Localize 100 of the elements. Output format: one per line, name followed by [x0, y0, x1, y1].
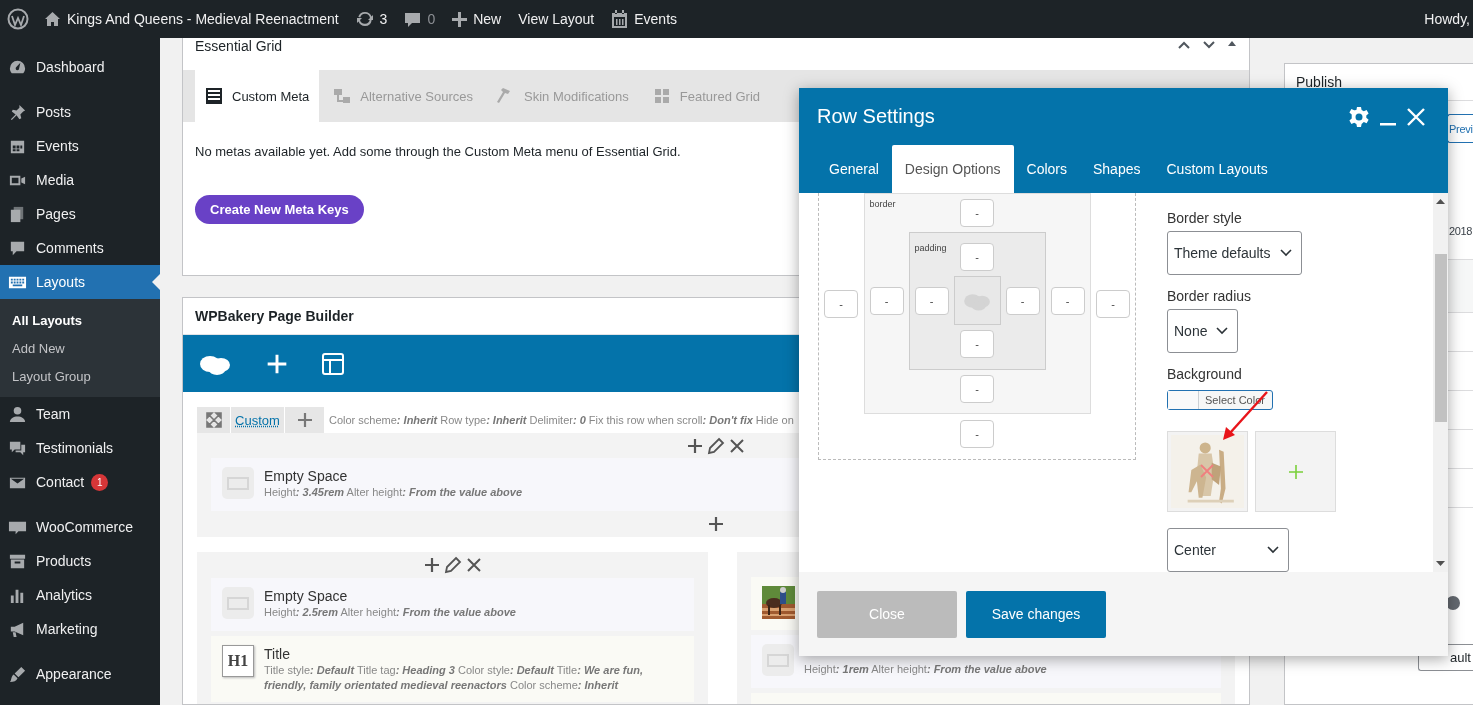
border-right-field[interactable]: - [1050, 287, 1085, 315]
settings-icon[interactable] [1348, 105, 1370, 128]
empty-space-icon [222, 467, 254, 499]
select-field[interactable]: Center [1167, 528, 1289, 572]
create-meta-keys-button[interactable]: Create New Meta Keys [195, 195, 364, 224]
tab[interactable]: Shapes [1080, 145, 1154, 193]
brush-icon [8, 664, 27, 684]
close-icon[interactable] [1406, 106, 1426, 127]
tab[interactable]: Custom Meta [195, 70, 320, 122]
date-text: 2018 [1449, 225, 1473, 237]
element-params: Height: 1rem Alter height: From the value above [804, 662, 1047, 677]
select-field[interactable]: None [1167, 309, 1239, 353]
menu-item[interactable]: Media [0, 163, 160, 197]
layout-link[interactable]: Custom [231, 407, 284, 433]
border-top-field[interactable]: - [960, 199, 994, 227]
view-layout-link[interactable]: View Layout [518, 11, 595, 27]
plus-icon [1287, 463, 1304, 480]
events-link[interactable]: Events [611, 10, 678, 28]
element-title: Title [264, 645, 291, 663]
greeting-link[interactable]: Howdy, [1424, 11, 1470, 27]
tab[interactable]: Custom Layouts [1153, 145, 1281, 193]
margin-bottom-field[interactable]: - [960, 420, 994, 448]
pin-icon [8, 102, 27, 122]
close-icon[interactable] [464, 555, 483, 574]
margin-right-field[interactable]: - [1096, 289, 1130, 318]
pointer-icon [152, 274, 160, 290]
tab[interactable]: Design Options [891, 145, 1014, 193]
tab[interactable]: General [816, 145, 892, 193]
menu-item[interactable]: Pages [0, 197, 160, 231]
plus-icon [452, 11, 468, 27]
menu-item[interactable]: Marketing [0, 612, 160, 646]
close-icon[interactable] [728, 436, 746, 455]
dialog-title: Row Settings [817, 105, 936, 128]
empty-space-icon [762, 644, 794, 676]
element-title: Empty Space [264, 467, 349, 485]
count-badge: 1 [91, 473, 109, 491]
padding-right-field[interactable]: - [1005, 286, 1040, 315]
menu-item[interactable]: WooCommerce [0, 510, 160, 544]
home-icon [44, 11, 61, 27]
info-message: No metas available yet. Add some through the Custom Meta menu of Essential Grid. [195, 144, 682, 160]
padding-bottom-field[interactable]: - [960, 330, 994, 358]
layout-icon[interactable] [321, 351, 345, 376]
border-bottom-field[interactable]: - [960, 375, 994, 403]
scrollbar[interactable] [1433, 193, 1448, 572]
element-params: Height: 3.45rem Alter height: From the value above [264, 485, 522, 500]
comments-link[interactable]: 0 [404, 10, 436, 28]
site-link[interactable]: Kings And Queens - Medieval Reenactment [44, 11, 339, 27]
expand-button[interactable] [197, 407, 230, 433]
element-card[interactable]: H1 Title Title style: Default Title tag: Heading 3 Color style: Default Title: We are fun, friendly, family orientated medieval reenactors Color scheme: Inherit [211, 636, 694, 702]
pencil-icon[interactable] [443, 555, 462, 574]
menu-item[interactable]: Contact 1 [0, 465, 160, 499]
menu-item[interactable]: Products [0, 544, 160, 578]
submenu-item[interactable]: Layout Group [0, 362, 160, 390]
save-button[interactable]: Save changes [966, 590, 1106, 638]
plus-icon[interactable] [686, 436, 704, 455]
tab[interactable]: Colors [1013, 145, 1080, 193]
box-label: padding [914, 243, 948, 253]
calendar-icon [611, 10, 629, 28]
menu-item[interactable]: Events [0, 129, 160, 163]
element-card[interactable]: Empty Space Height: 2.5rem Alter height: From the value above [211, 578, 694, 631]
grid-icon [652, 87, 671, 105]
box-label: border [869, 199, 897, 209]
field-label: Background [1167, 365, 1242, 383]
padding-top-field[interactable]: - [960, 243, 994, 271]
menu-item[interactable]: Comments [0, 231, 160, 265]
logo-icon[interactable] [7, 8, 29, 30]
plus-icon [295, 411, 314, 429]
heading-icon: H1 [222, 645, 254, 677]
pencil-icon[interactable] [707, 436, 725, 455]
margin-left-field[interactable]: - [824, 289, 858, 318]
border-left-field[interactable]: - [869, 287, 904, 315]
add-column-button[interactable] [285, 407, 324, 433]
menu-item[interactable]: Appearance [0, 657, 160, 691]
updates-link[interactable]: 3 [355, 10, 388, 28]
menu-item[interactable]: Team [0, 397, 160, 431]
expand-icon [205, 412, 222, 428]
plus-icon[interactable] [422, 555, 441, 574]
new-link[interactable]: New [452, 11, 502, 27]
element-params: Title style: Default Title tag: Heading 3 Color style: Default Title: We are fun, friendly, family orientated medieval reenactors Color scheme: Inherit [264, 663, 644, 693]
menu-item[interactable]: Analytics [0, 578, 160, 612]
plus-icon[interactable] [707, 515, 725, 533]
person-icon [8, 404, 27, 424]
panel-title: Essential Grid [195, 38, 284, 54]
field-label: Border style [1167, 209, 1242, 227]
element-title: Empty Space [264, 587, 349, 605]
select-field[interactable]: Theme defaults [1167, 231, 1302, 275]
menu-item[interactable]: Layouts [0, 265, 160, 299]
comment-icon [404, 10, 422, 28]
submenu-item[interactable]: Add New [0, 334, 160, 362]
submenu-item[interactable]: All Layouts [0, 306, 160, 334]
nodes-icon [333, 87, 352, 105]
list-icon [205, 87, 223, 105]
refresh-icon [355, 10, 374, 28]
menu-item[interactable]: Dashboard [0, 50, 160, 84]
element-params: Height: 2.5rem Alter height: From the value above [264, 605, 516, 620]
menu-item[interactable]: Posts [0, 95, 160, 129]
menu-item[interactable]: Testimonials [0, 431, 160, 465]
empty-space-icon [222, 587, 254, 619]
padding-left-field[interactable]: - [914, 286, 949, 315]
row-settings-summary: Color scheme: Inherit Row type: Inherit Delimiter: 0 Fix this row when scroll: Don't fix Hide on [329, 414, 794, 426]
